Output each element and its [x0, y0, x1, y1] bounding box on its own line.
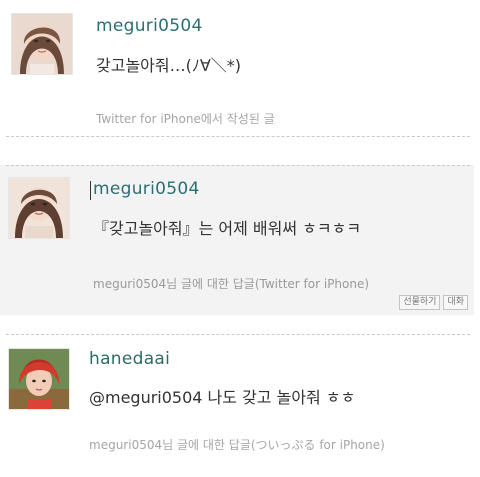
divider — [6, 165, 470, 166]
avatar[interactable] — [11, 13, 73, 75]
divider — [6, 334, 470, 335]
tweet-item: meguri0504 갖고놀아줘…(ﾉ∀＼*) Twitter for iPho… — [0, 0, 474, 136]
gift-button[interactable]: 선물하기 — [399, 295, 441, 310]
divider — [6, 136, 470, 137]
tweet-item: meguri0504 『갖고놀아줘』는 어제 배워써 ㅎㅋㅎㅋ meguri05… — [0, 165, 474, 315]
tweet-source: meguri0504님 글에 대한 답글(ついっぷる for iPhone) — [89, 438, 385, 452]
tweet-actions: 선물하기 대화 — [399, 295, 468, 310]
avatar-photo-icon — [9, 178, 69, 238]
tweet-item: hanedaai @meguri0504 나도 갖고 놀아줘 ㅎㅎ meguri… — [0, 337, 474, 477]
tweet-feed: meguri0504 갖고놀아줘…(ﾉ∀＼*) Twitter for iPho… — [0, 0, 480, 477]
tweet-source: Twitter for iPhone에서 작성된 글 — [96, 112, 275, 126]
username-link[interactable]: hanedaai — [89, 349, 170, 369]
avatar-photo-icon — [9, 349, 69, 409]
avatar[interactable] — [8, 348, 70, 410]
tweet-text: 갖고놀아줘…(ﾉ∀＼*) — [96, 56, 242, 75]
conversation-button[interactable]: 대화 — [443, 295, 468, 310]
avatar-photo-icon — [12, 14, 72, 74]
tweet-text: 『갖고놀아줘』는 어제 배워써 ㅎㅋㅎㅋ — [93, 219, 362, 238]
tweet-text: @meguri0504 나도 갖고 놀아줘 ㅎㅎ — [89, 388, 356, 407]
avatar[interactable] — [8, 177, 70, 239]
tweet-source: meguri0504님 글에 대한 답글(Twitter for iPhone) — [93, 277, 370, 291]
text-cursor — [90, 181, 91, 200]
username-link[interactable]: meguri0504 — [96, 16, 203, 36]
username-link[interactable]: meguri0504 — [93, 179, 200, 199]
